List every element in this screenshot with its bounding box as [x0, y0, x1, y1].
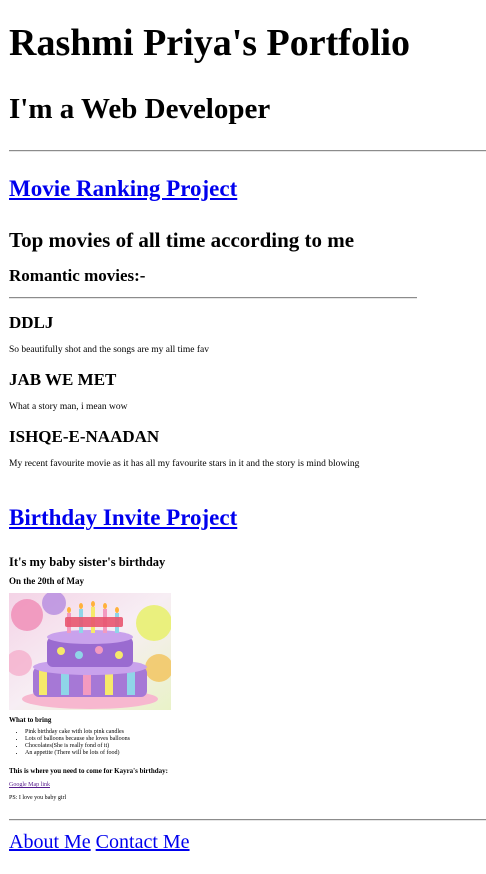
list-item: An appetite (There will be lots of food) [25, 750, 130, 757]
where-heading: This is where you need to come for Kayra… [9, 767, 168, 775]
list-item: Pink birthday cake with lots pink candle… [25, 729, 130, 736]
movie-title: ISHQE-E-NAADAN [9, 427, 160, 446]
birthday-invite-project-link[interactable]: Birthday Invite Project [9, 505, 237, 531]
divider-top [9, 150, 486, 152]
bring-list: Pink birthday cake with lots pink candle… [9, 729, 130, 757]
divider-movies [9, 297, 417, 299]
contact-me-link[interactable]: Contact Me [96, 831, 190, 853]
birthday-cake-image [9, 593, 171, 710]
google-map-link[interactable]: Google Map link [9, 782, 50, 788]
movie-description: My recent favourite movie as it has all … [9, 459, 360, 469]
birthday-date: On the 20th of May [9, 576, 84, 586]
page-title: Rashmi Priya's Portfolio [9, 22, 411, 64]
list-item: Lots of balloons because she loves ballo… [25, 736, 130, 743]
movie-title: JAB WE MET [9, 370, 117, 389]
movie-description: So beautifully shot and the songs are my… [9, 345, 209, 355]
movies-heading: Top movies of all time according to me [9, 228, 355, 252]
movie-title: DDLJ [9, 313, 54, 332]
list-item: Chocolates(She is really fond of it) [25, 743, 130, 750]
footer-nav: About Me Contact Me [9, 831, 190, 854]
movies-category: Romantic movies:- [9, 266, 146, 285]
page-subtitle: I'm a Web Developer [9, 93, 271, 125]
bring-heading: What to bring [9, 716, 52, 724]
movie-description: What a story man, i mean wow [9, 402, 128, 412]
ps-note: PS: I love you baby girl [9, 795, 67, 801]
about-me-link[interactable]: About Me [9, 831, 91, 853]
movie-ranking-project-link[interactable]: Movie Ranking Project [9, 176, 237, 202]
divider-bottom [9, 819, 486, 821]
birthday-heading: It's my baby sister's birthday [9, 555, 166, 569]
